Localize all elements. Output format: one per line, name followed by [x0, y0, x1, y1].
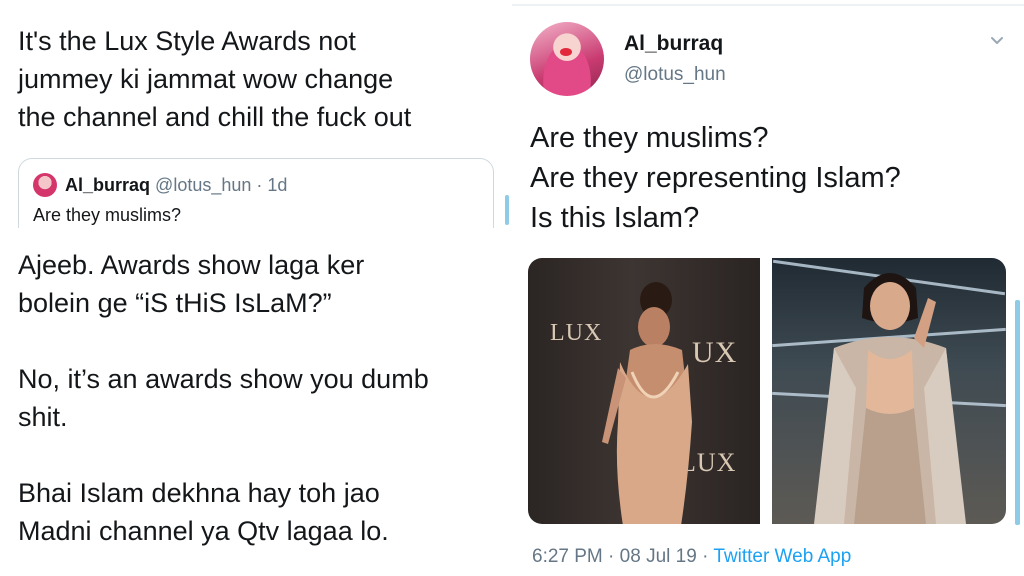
display-name[interactable]: Al_burraq [624, 32, 723, 56]
quote-text: Are they muslims? [33, 205, 182, 225]
quote-display-name[interactable]: Al_burraq [65, 175, 150, 195]
tweet-text: Are they muslims? Are they representing … [530, 122, 901, 234]
left-top-tweet: It's the Lux Style Awards not jummey ki … [0, 0, 512, 238]
quote-header: Al_burraq @lotus_hun · 1d [65, 173, 287, 197]
person-figure [814, 273, 966, 524]
meta-separator: · [608, 546, 620, 567]
tweet-text: Ajeeb. Awards show laga ker bolein ge “i… [18, 250, 429, 546]
avatar-detail [560, 48, 572, 56]
quote-tweet-card[interactable]: Al_burraq @lotus_hun · 1d Are they musli… [18, 158, 494, 238]
quote-avatar[interactable] [33, 173, 57, 197]
scrollbar-accent [1015, 300, 1020, 525]
handle[interactable]: @lotus_hun [624, 64, 726, 86]
tweet-meta: 6:27 PM · 08 Jul 19 · Twitter Web App [532, 546, 851, 568]
tweet-text: It's the Lux Style Awards not jummey ki … [18, 26, 412, 132]
left-bottom-tweet: Ajeeb. Awards show laga ker bolein ge “i… [0, 232, 512, 576]
quote-separator: · [256, 175, 263, 195]
quote-time[interactable]: 1d [267, 175, 287, 195]
tweet-photo-2[interactable] [772, 258, 1006, 524]
top-border [512, 4, 1024, 6]
tweet-time[interactable]: 6:27 PM [532, 546, 603, 567]
person-figure [602, 282, 692, 524]
tweet-photo-1[interactable]: LUX UX LUX [528, 258, 760, 524]
quote-handle[interactable]: @lotus_hun [155, 175, 251, 195]
tweet-source-link[interactable]: Twitter Web App [713, 546, 851, 567]
avatar[interactable] [530, 22, 604, 96]
meta-separator: · [702, 546, 714, 567]
right-tweet: Al_burraq @lotus_hun Are they muslims? A… [512, 0, 1024, 576]
scrollbar-accent [505, 195, 509, 225]
tweet-date[interactable]: 08 Jul 19 [620, 546, 697, 567]
chevron-down-icon[interactable] [990, 34, 1004, 48]
